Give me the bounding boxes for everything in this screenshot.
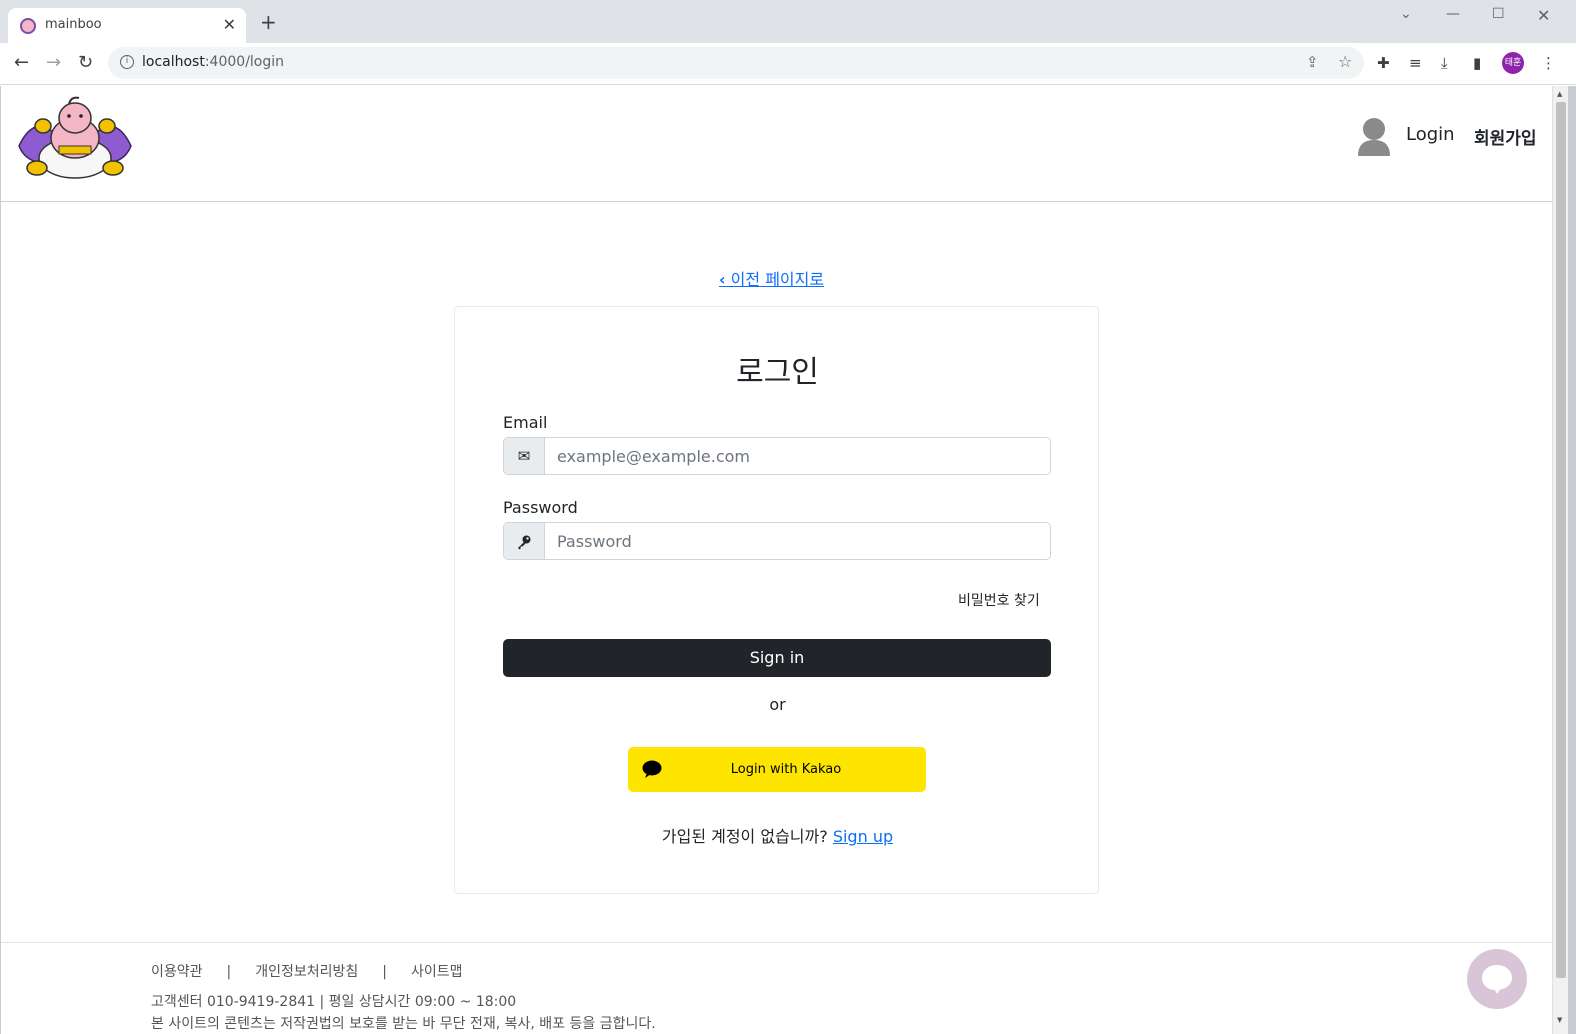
extensions-icon[interactable]: ✚ <box>1377 54 1390 72</box>
footer-link-sitemap[interactable]: 사이트맵 <box>411 964 463 980</box>
signup-prompt-text: 가입된 계정이 없습니까? <box>661 827 833 846</box>
browser-toolbar: ← → ↻ i localhost:4000/login ⇪ ☆ ✚ ≡ ⤓ ▮… <box>0 43 1576 85</box>
key-icon <box>504 523 545 559</box>
tab-title: mainboo <box>45 17 102 32</box>
menu-icon[interactable]: ⋮ <box>1541 54 1556 72</box>
footer-contact: 고객센터 010-9419-2841 | 평일 상담시간 09:00 ~ 18:… <box>151 994 517 1010</box>
password-field[interactable] <box>545 523 1050 559</box>
footer-separator: | <box>382 964 388 980</box>
page-scrollbar[interactable]: ▲ ▼ <box>1552 86 1568 1034</box>
footer-link-terms[interactable]: 이용약관 <box>151 964 203 980</box>
back-icon[interactable]: ← <box>14 53 29 73</box>
scroll-down-icon[interactable]: ▼ <box>1557 1016 1562 1024</box>
minimize-icon[interactable]: — <box>1446 6 1460 22</box>
footer-links: 이용약관 | 개인정보처리방침 | 사이트맵 <box>151 961 463 981</box>
envelope-icon: ✉ <box>504 438 545 474</box>
logo[interactable] <box>13 96 137 180</box>
footer-separator: | <box>226 964 232 980</box>
kakao-login-button[interactable]: Login with Kakao <box>628 747 926 792</box>
chat-bubble-icon <box>1482 965 1512 994</box>
tab-search-icon[interactable]: ⌄ <box>1400 6 1412 22</box>
email-label: Email <box>503 413 548 432</box>
url-host: localhost <box>142 54 205 70</box>
signup-prompt: 가입된 계정이 없습니까? Sign up <box>455 823 1100 847</box>
share-icon[interactable]: ⇪ <box>1306 53 1319 71</box>
star-icon[interactable]: ☆ <box>1338 52 1352 71</box>
url-text[interactable]: localhost:4000/login <box>142 54 284 70</box>
scroll-thumb[interactable] <box>1556 102 1566 978</box>
scroll-up-icon[interactable]: ▲ <box>1557 90 1562 98</box>
site-footer: 이용약관 | 개인정보처리방침 | 사이트맵 고객센터 010-9419-2841 | … <box>1 942 1552 1034</box>
header-signup-link[interactable]: 회원가입 <box>1474 124 1537 149</box>
back-link-label: 이전 페이지로 <box>725 270 825 289</box>
address-bar[interactable]: i localhost:4000/login ⇪ ☆ <box>108 47 1364 79</box>
favicon-icon <box>20 18 36 34</box>
site-header: Login 회원가입 <box>1 86 1552 202</box>
tab-close-icon[interactable]: ✕ <box>223 15 236 34</box>
login-card: 로그인 Email ✉ Password 비밀번호 찾기 Sign in or <box>454 306 1099 894</box>
sign-up-link[interactable]: Sign up <box>833 827 893 846</box>
browser-tab[interactable]: mainboo ✕ <box>8 8 246 43</box>
user-icon[interactable] <box>1356 116 1392 156</box>
side-panel-icon[interactable]: ▮ <box>1473 54 1481 72</box>
download-icon[interactable]: ⤓ <box>1441 54 1448 72</box>
email-input-group: ✉ <box>503 437 1051 475</box>
reload-icon[interactable]: ↻ <box>78 53 93 73</box>
window-border <box>1568 86 1576 1034</box>
find-password-link[interactable]: 비밀번호 찾기 <box>958 590 1040 610</box>
or-divider-text: or <box>769 695 786 714</box>
kakao-login-label: Login with Kakao <box>730 762 842 777</box>
maximize-icon[interactable]: ☐ <box>1492 6 1505 22</box>
page-title: 로그인 <box>736 355 819 390</box>
back-to-previous-link[interactable]: ‹ 이전 페이지로 <box>719 266 824 290</box>
email-field[interactable] <box>545 438 1050 474</box>
url-path: :4000/login <box>204 54 285 70</box>
footer-copyright: 본 사이트의 콘텐츠는 저작권법의 보호를 받는 바 무단 전재, 복사, 배포… <box>151 1016 656 1032</box>
info-icon[interactable]: i <box>120 55 134 69</box>
footer-link-privacy[interactable]: 개인정보처리방침 <box>255 964 358 980</box>
sign-in-button[interactable]: Sign in <box>503 639 1051 677</box>
browser-tab-strip: mainboo ✕ + ⌄ — ☐ ✕ <box>0 0 1576 43</box>
media-icon[interactable]: ≡ <box>1409 54 1422 72</box>
header-login-link[interactable]: Login <box>1406 124 1455 145</box>
chevron-left-icon: ‹ <box>719 270 726 289</box>
forward-icon[interactable]: → <box>46 53 61 73</box>
profile-avatar[interactable]: 태훈 <box>1502 52 1524 74</box>
password-label: Password <box>503 498 578 517</box>
new-tab-button[interactable]: + <box>260 12 277 32</box>
chat-button[interactable] <box>1467 949 1527 1009</box>
window-close-icon[interactable]: ✕ <box>1537 6 1550 25</box>
page-viewport: Login 회원가입 ‹ 이전 페이지로 로그인 Email ✉ Passwor… <box>0 86 1552 1034</box>
password-input-group <box>503 522 1051 560</box>
